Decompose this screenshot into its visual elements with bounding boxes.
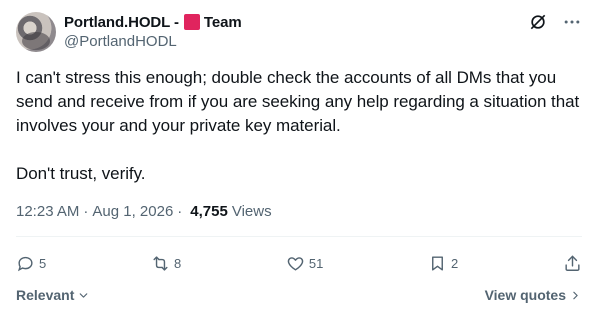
view-quotes-link[interactable]: View quotes [485, 287, 582, 303]
tweet-paragraph-1: I can't stress this enough; double check… [16, 68, 580, 135]
view-quotes-label: View quotes [484, 287, 566, 303]
share-icon [565, 255, 580, 271]
tweet-time[interactable]: 12:23 AM [16, 203, 79, 220]
views-label: Views [231, 203, 272, 220]
divider [16, 236, 582, 237]
bookmark-button[interactable]: 2 [428, 254, 458, 273]
grok-icon[interactable] [528, 12, 548, 32]
share-button[interactable] [563, 254, 582, 273]
repost-button[interactable]: 8 [151, 254, 181, 273]
tweet-paragraph-2: Don't trust, verify. [16, 164, 146, 183]
action-bar: 5 8 51 2 [16, 251, 582, 275]
heart-icon [287, 256, 304, 271]
tweet-date[interactable]: Aug 1, 2026 [92, 203, 173, 220]
sort-dropdown[interactable]: Relevant [16, 287, 90, 303]
bookmark-icon [432, 255, 444, 271]
bookmark-count: 2 [451, 255, 459, 271]
author-handle[interactable]: @PortlandHODL [64, 33, 177, 50]
chevron-right-icon [573, 291, 578, 299]
red-square-emoji-icon [183, 14, 200, 30]
like-button[interactable]: 51 [286, 254, 323, 273]
more-icon[interactable] [562, 12, 582, 32]
author-name-row[interactable]: Portland.HODL - Team [64, 12, 242, 32]
tweet-meta: 12:23 AM · Aug 1, 2026 · 4,755 Views [16, 203, 272, 220]
meta-separator: · [177, 203, 183, 220]
sort-label: Relevant [16, 287, 75, 303]
avatar[interactable] [16, 12, 56, 52]
views-count: 4,755 [190, 203, 228, 220]
like-count: 51 [308, 255, 324, 271]
reply-count: 5 [39, 255, 47, 271]
repost-icon [153, 255, 168, 271]
author-display-name-suffix[interactable]: Team [204, 14, 242, 31]
author-display-name-prefix[interactable]: Portland.HODL - [64, 14, 179, 31]
reply-button[interactable]: 5 [16, 254, 46, 273]
repost-count: 8 [173, 255, 182, 271]
tweet-text: I can't stress this enough; double check… [16, 66, 582, 186]
replies-footer: Relevant View quotes [16, 285, 582, 305]
top-actions [528, 12, 582, 32]
chevron-down-icon [80, 292, 88, 298]
meta-separator: · [83, 203, 89, 220]
reply-icon [17, 256, 33, 271]
